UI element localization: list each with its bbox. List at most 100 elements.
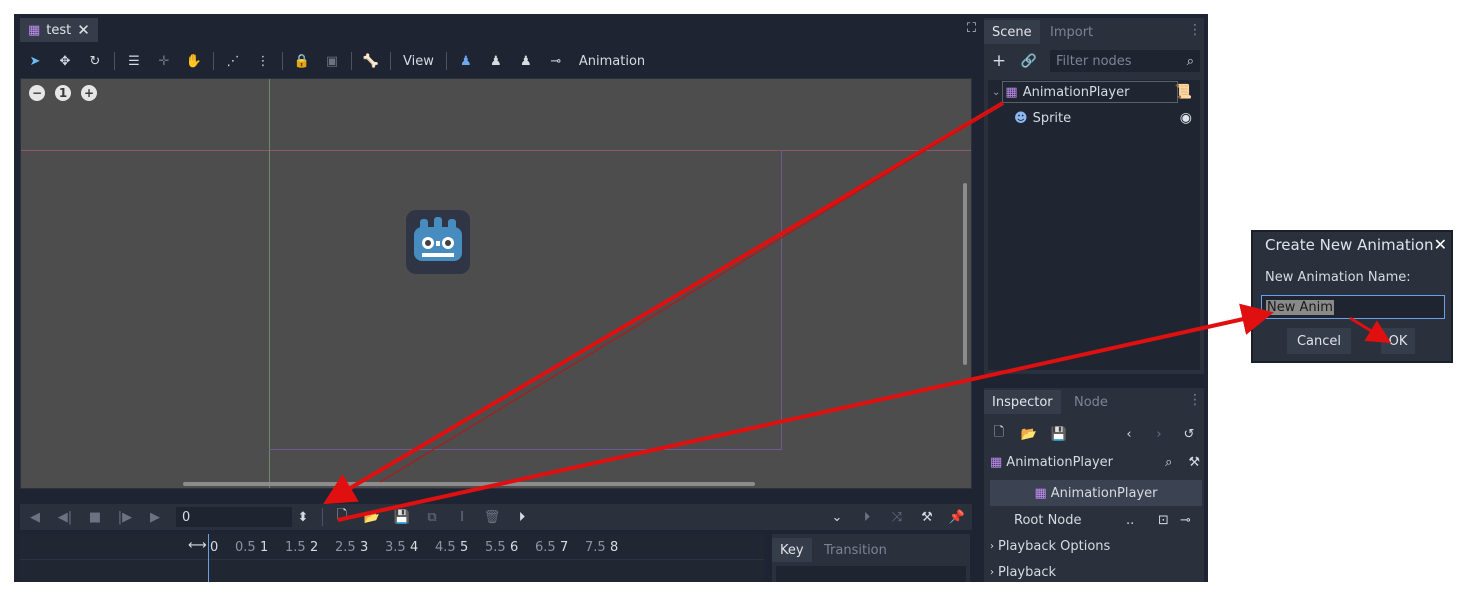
save-resource-icon[interactable]: 💾 bbox=[1044, 422, 1074, 446]
animation-timeline[interactable]: ⟷ 0 0.5 1 1.5 2 2.5 3 3.5 4 4.5 5 5.5 6 6.5 7 7.5 8 bbox=[20, 534, 764, 582]
animation-name-value: New Anim bbox=[1266, 299, 1334, 315]
dialog-title: Create New Animation bbox=[1265, 236, 1434, 254]
key-rotation-icon[interactable]: ♟ bbox=[481, 49, 511, 73]
tab-import[interactable]: Import bbox=[1042, 20, 1101, 44]
zoom-reset-button[interactable]: 1 bbox=[55, 85, 71, 101]
animation-tools-icon[interactable]: ⚒ bbox=[912, 505, 942, 529]
zoom-in-button[interactable]: + bbox=[81, 85, 97, 101]
section-playback[interactable]: › Playback bbox=[990, 560, 1202, 584]
toolbar-divider bbox=[322, 508, 323, 526]
scene-tab-label: test bbox=[46, 22, 72, 38]
play-icon[interactable]: ▶ bbox=[140, 505, 170, 529]
playhead[interactable] bbox=[208, 534, 209, 582]
node-path-icon[interactable]: ⊡ bbox=[1158, 513, 1180, 528]
ruler-tick: 5.5 bbox=[485, 539, 506, 555]
filter-nodes-input[interactable]: Filter nodes ⌕ bbox=[1050, 50, 1200, 72]
vertical-scrollbar[interactable] bbox=[963, 183, 967, 365]
scene-tab-test[interactable]: ▦ test ✕ bbox=[20, 18, 98, 42]
zoom-out-button[interactable]: − bbox=[29, 85, 45, 101]
tab-key[interactable]: Key bbox=[772, 538, 812, 562]
dock-menu-icon[interactable]: ⋮ bbox=[1188, 392, 1202, 408]
select-mode-icon[interactable]: ➤ bbox=[20, 49, 50, 73]
play-backwards-icon[interactable]: ◀| bbox=[50, 505, 80, 529]
ruler-ticks: 0 0.5 1 1.5 2 2.5 3 3.5 4 4.5 5 5.5 6 6.5 7 7.5 8 bbox=[208, 534, 633, 560]
close-icon[interactable]: ✕ bbox=[77, 21, 90, 39]
autoplay-icon[interactable]: ⏵ bbox=[507, 505, 537, 529]
save-animation-icon[interactable]: 💾 bbox=[387, 505, 417, 529]
ok-button[interactable]: OK bbox=[1381, 328, 1415, 354]
ruler-tick: 7 bbox=[560, 539, 569, 555]
blend-times-icon[interactable]: ⤨ bbox=[882, 505, 912, 529]
scene-dock-tabs: Scene Import ⋮ bbox=[984, 18, 1204, 44]
delete-animation-icon[interactable]: 🗑 bbox=[477, 505, 507, 529]
ruler-tick: 3.5 bbox=[385, 539, 406, 555]
history-back-icon[interactable]: ‹ bbox=[1114, 422, 1144, 446]
skeleton-bone-icon[interactable]: 🦴 bbox=[356, 49, 386, 73]
pin-icon[interactable]: 📌 bbox=[942, 505, 972, 529]
tab-inspector[interactable]: Inspector bbox=[984, 390, 1061, 414]
group-icon[interactable]: ▣ bbox=[317, 49, 347, 73]
key-scale-icon[interactable]: ♟ bbox=[511, 49, 541, 73]
horizontal-scrollbar[interactable] bbox=[183, 482, 755, 486]
history-icon[interactable]: ↺ bbox=[1174, 422, 1204, 446]
dialog-label: New Animation Name: bbox=[1265, 270, 1411, 285]
insert-key-icon[interactable]: ⊸ bbox=[541, 49, 571, 73]
move-mode-icon[interactable]: ✥ bbox=[50, 49, 80, 73]
key-location-icon[interactable]: ♟ bbox=[451, 49, 481, 73]
open-resource-icon[interactable]: 📂 bbox=[1014, 422, 1044, 446]
pivot-icon[interactable]: ✛ bbox=[149, 49, 179, 73]
section-playback-options[interactable]: › Playback Options bbox=[990, 534, 1202, 558]
canvas-viewport[interactable]: − 1 + bbox=[20, 78, 972, 489]
chevron-down-icon[interactable]: ⌄ bbox=[992, 87, 1000, 98]
view-menu[interactable]: View bbox=[395, 49, 442, 73]
insert-key-icon[interactable]: ⊸ bbox=[1180, 513, 1191, 528]
snap-options-icon[interactable]: ⋮ bbox=[248, 49, 278, 73]
property-root-node[interactable]: Root Node .. ⊡ ⊸ bbox=[990, 508, 1202, 532]
script-icon[interactable]: 📜 bbox=[1175, 84, 1192, 100]
new-resource-icon[interactable]: 🗋 bbox=[984, 422, 1014, 446]
pan-hand-icon[interactable]: ✋ bbox=[179, 49, 209, 73]
animation-menu[interactable]: Animation bbox=[571, 49, 653, 73]
load-animation-icon[interactable]: 📂 bbox=[357, 505, 387, 529]
snap-icon[interactable]: ⋰ bbox=[218, 49, 248, 73]
tab-node[interactable]: Node bbox=[1066, 390, 1116, 414]
list-select-icon[interactable]: ☰ bbox=[119, 49, 149, 73]
play-from-start-icon[interactable]: |▶ bbox=[110, 505, 140, 529]
animation-dropdown-icon[interactable]: ⌄ bbox=[822, 505, 852, 529]
play-backwards-from-end-icon[interactable]: ◀ bbox=[20, 505, 50, 529]
tree-node-sprite[interactable]: ☻ Sprite ◉ bbox=[988, 106, 1200, 130]
timeline-ruler: ⟷ 0 0.5 1 1.5 2 2.5 3 3.5 4 4.5 5 5.5 6 6.5 7 7.5 8 bbox=[20, 534, 764, 560]
instance-scene-icon[interactable]: 🔗 bbox=[1014, 49, 1044, 73]
duplicate-animation-icon[interactable]: ⧉ bbox=[417, 505, 447, 529]
viewport-frame bbox=[269, 150, 782, 450]
inspector-object-path[interactable]: ▦ AnimationPlayer ⌕ ⚒ bbox=[990, 450, 1200, 474]
inspector-dock-tabs: Inspector Node ⋮ bbox=[984, 388, 1204, 414]
rename-animation-icon[interactable]: I bbox=[447, 505, 477, 529]
add-node-icon[interactable]: + bbox=[984, 49, 1014, 73]
tree-node-animationplayer[interactable]: ⌄ ▦ AnimationPlayer 📜 bbox=[988, 80, 1200, 104]
distraction-free-icon[interactable]: ⛶ bbox=[967, 21, 976, 36]
tab-transition[interactable]: Transition bbox=[816, 538, 895, 562]
godot-logo-sprite[interactable] bbox=[406, 210, 470, 274]
scene-tab-bar: ▦ test ✕ ⛶ bbox=[20, 18, 980, 42]
object-properties-icon[interactable]: ⚒ bbox=[1188, 455, 1200, 470]
spin-arrows-icon[interactable]: ⬍ bbox=[288, 505, 318, 529]
history-forward-icon[interactable]: › bbox=[1144, 422, 1174, 446]
new-animation-icon[interactable]: 🗋 bbox=[327, 505, 357, 529]
stop-icon[interactable]: ■ bbox=[80, 505, 110, 529]
animation-time-field[interactable]: 0 bbox=[176, 507, 292, 527]
autoplay-on-load-icon[interactable]: ⏵ bbox=[852, 505, 882, 529]
animation-name-input[interactable]: New Anim bbox=[1261, 295, 1445, 319]
dock-menu-icon[interactable]: ⋮ bbox=[1188, 22, 1202, 38]
cancel-button[interactable]: Cancel bbox=[1287, 328, 1351, 354]
visibility-eye-icon[interactable]: ◉ bbox=[1180, 110, 1192, 126]
tab-scene[interactable]: Scene bbox=[984, 20, 1040, 44]
rotate-mode-icon[interactable]: ↻ bbox=[80, 49, 110, 73]
lock-icon[interactable]: 🔒 bbox=[287, 49, 317, 73]
search-icon[interactable]: ⌕ bbox=[1165, 455, 1172, 470]
key-value-field[interactable] bbox=[776, 566, 966, 582]
track-width-icon[interactable]: ⟷ bbox=[188, 538, 207, 553]
zoom-controls: − 1 + bbox=[29, 85, 97, 101]
close-icon[interactable]: ✕ bbox=[1434, 235, 1447, 254]
property-value[interactable]: .. bbox=[1126, 513, 1158, 528]
